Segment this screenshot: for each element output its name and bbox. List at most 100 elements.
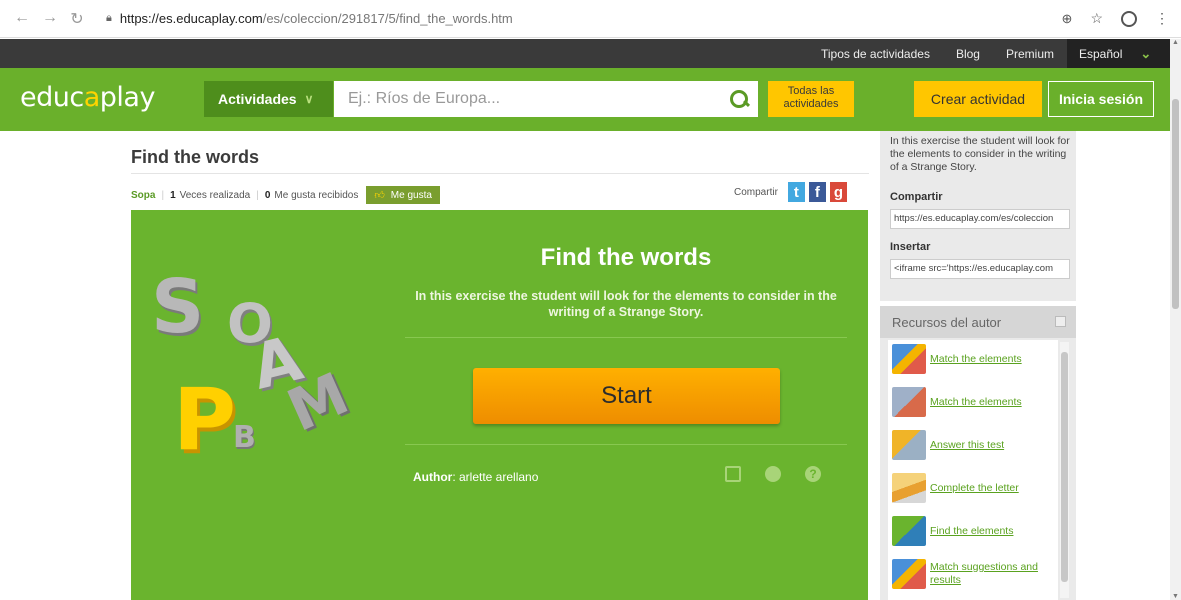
search-box[interactable]: Ej.: Ríos de Europa...: [334, 81, 758, 117]
chevron-down-icon: ⌄: [1140, 45, 1152, 61]
link-premium[interactable]: Premium: [993, 47, 1067, 61]
chevron-down-icon: ∨: [304, 92, 314, 106]
share-bar: Compartir t f g: [734, 182, 847, 202]
embed-code-field[interactable]: <iframe src='https://es.educaplay.com: [890, 259, 1070, 279]
list-item[interactable]: Match the elements: [892, 387, 1022, 417]
like-button[interactable]: 👍︎ Me gusta: [366, 186, 440, 204]
fullscreen-icon[interactable]: [725, 466, 741, 482]
create-activity-button[interactable]: Crear actividad: [914, 81, 1042, 117]
match-activity-icon: [892, 387, 926, 417]
share-label: Compartir: [734, 186, 778, 198]
url-path: /es/coleccion/291817/5/find_the_words.ht…: [262, 11, 513, 26]
all-activities-button[interactable]: Todas las actividades: [768, 81, 854, 117]
times-done-count: 1: [170, 189, 176, 201]
login-button[interactable]: Inicia sesión: [1048, 81, 1154, 117]
resource-link[interactable]: Match the elements: [930, 396, 1022, 409]
logo[interactable]: educaplay: [20, 82, 155, 113]
address-bar[interactable]: https://es.educaplay.com/es/coleccion/29…: [120, 11, 513, 26]
collapse-icon[interactable]: [1055, 316, 1066, 327]
list-item[interactable]: Match the elements: [892, 344, 1022, 374]
google-plus-icon[interactable]: g: [829, 182, 847, 202]
link-activity-types[interactable]: Tipos de actividades: [808, 47, 943, 61]
likes-label: Me gusta recibidos: [274, 189, 359, 201]
link-blog[interactable]: Blog: [943, 47, 993, 61]
logo-text-rest: play: [99, 82, 156, 113]
share-url-field[interactable]: https://es.educaplay.com/es/coleccion: [890, 209, 1070, 229]
zoom-icon[interactable]: ⊕: [1062, 11, 1073, 27]
divider: [405, 337, 847, 338]
word-search-activity-icon: [892, 516, 926, 546]
language-label: Español: [1079, 46, 1123, 61]
top-links: Tipos de actividades Blog Premium: [808, 39, 1067, 68]
author-name[interactable]: : arlette arellano: [452, 470, 538, 484]
all-activities-line1: Todas las: [787, 85, 835, 97]
start-button[interactable]: Start: [473, 368, 780, 424]
activity-type-link[interactable]: Sopa: [131, 190, 155, 201]
resource-link[interactable]: Match suggestions and results: [930, 561, 1048, 587]
info-sidebar: In this exercise the student will look f…: [880, 131, 1076, 301]
complete-activity-icon: [892, 473, 926, 503]
letter-b: B: [233, 420, 256, 455]
browser-actions: ⊕ ☆ ⋮: [1062, 10, 1169, 27]
letter-s: S: [151, 264, 205, 350]
match-activity-icon: [892, 559, 926, 589]
menu-icon[interactable]: ⋮: [1155, 10, 1169, 27]
logo-text-accent: a: [83, 82, 101, 113]
resource-link[interactable]: Complete the letter: [930, 482, 1019, 495]
resource-link[interactable]: Match the elements: [930, 353, 1022, 366]
resources-scroll-thumb[interactable]: [1061, 352, 1068, 582]
list-item[interactable]: Find the elements: [892, 516, 1013, 546]
embed-section-label: Insertar: [890, 241, 931, 253]
times-done-label: Veces realizada: [179, 189, 251, 201]
like-label: Me gusta: [390, 189, 432, 201]
resource-link[interactable]: Answer this test: [930, 439, 1004, 452]
author-line: Author: arlette arellano: [413, 470, 538, 484]
word-search-illustration: S O P B A M: [143, 260, 383, 510]
list-item[interactable]: Answer this test: [892, 430, 1004, 460]
activities-dropdown[interactable]: Actividades ∨: [204, 81, 333, 117]
search-input[interactable]: Ej.: Ríos de Europa...: [334, 90, 728, 108]
resources-header: Recursos del autor: [880, 306, 1076, 338]
match-activity-icon: [892, 344, 926, 374]
logo-text-main: educ: [20, 82, 84, 113]
title-divider: [131, 173, 869, 174]
thumbs-up-icon: 👍︎: [374, 190, 385, 201]
all-activities-line2: actividades: [783, 98, 839, 110]
star-icon[interactable]: ☆: [1090, 10, 1103, 27]
scroll-thumb[interactable]: [1172, 99, 1179, 309]
browser-nav: ← → ↻: [14, 9, 84, 29]
view-icon[interactable]: [765, 466, 781, 482]
page-title: Find the words: [131, 147, 259, 167]
page-scrollbar[interactable]: ▲ ▼: [1170, 39, 1181, 600]
letter-p: P: [173, 370, 237, 470]
scroll-down-icon[interactable]: ▼: [1172, 593, 1179, 600]
divider: |: [161, 189, 165, 201]
search-icon[interactable]: [728, 88, 750, 110]
reload-icon[interactable]: ↻: [70, 9, 84, 29]
game-panel: S O P B A M Find the words In this exerc…: [131, 210, 868, 600]
lock-icon: 🔒︎: [106, 12, 112, 24]
resources-scrollbar[interactable]: [1060, 342, 1069, 598]
divider: [405, 444, 847, 445]
site-header: educaplay Actividades ∨ Ej.: Ríos de Eur…: [0, 68, 1170, 131]
activity-meta: Sopa | 1 Veces realizada | 0 Me gusta re…: [131, 186, 440, 204]
back-icon[interactable]: ←: [14, 9, 30, 29]
top-nav-bar: Tipos de actividades Blog Premium Españo…: [0, 39, 1170, 68]
browser-toolbar: ← → ↻ 🔒︎ https://es.educaplay.com/es/col…: [0, 0, 1181, 38]
resource-link[interactable]: Find the elements: [930, 525, 1013, 538]
divider: |: [256, 189, 259, 201]
facebook-icon[interactable]: f: [808, 182, 826, 202]
likes-count: 0: [264, 189, 271, 201]
twitter-icon[interactable]: t: [787, 182, 805, 202]
scroll-up-icon[interactable]: ▲: [1172, 39, 1179, 46]
sidebar-description: In this exercise the student will look f…: [890, 135, 1070, 173]
help-icon[interactable]: ?: [805, 466, 821, 482]
resources-title: Recursos del autor: [892, 315, 1002, 330]
activities-label: Actividades: [218, 91, 297, 107]
language-selector[interactable]: Español ⌄: [1067, 39, 1170, 68]
forward-icon[interactable]: →: [42, 9, 58, 29]
account-icon[interactable]: [1121, 10, 1137, 27]
list-item[interactable]: Complete the letter: [892, 473, 1019, 503]
share-section-label: Compartir: [890, 191, 943, 203]
list-item[interactable]: Match suggestions and results: [892, 559, 1048, 589]
